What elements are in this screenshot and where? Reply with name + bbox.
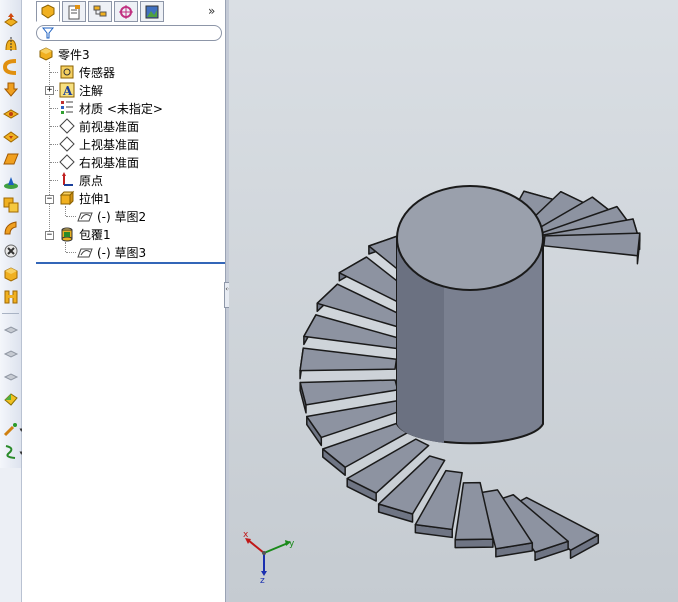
tree-item-label: (-) 草图3 (97, 245, 147, 260)
tree-item-label: 右视基准面 (79, 155, 140, 170)
graphics-viewport[interactable]: x y z (229, 0, 678, 602)
tree-item-right-plane[interactable]: 右视基准面 (58, 153, 139, 171)
tree-root-label: 零件3 (58, 47, 90, 62)
central-cylinder (396, 185, 544, 445)
sensor-icon (58, 64, 76, 80)
panel-tabs (36, 1, 164, 23)
step-tread (299, 347, 398, 372)
tree-item-label: 传感器 (79, 65, 116, 80)
tree-item-label: 前视基准面 (79, 119, 140, 134)
feature-manager-panel: » 零件3 传感器 + A 注解 材质 <未指定> 前视基准面 上视基准面 右视… (22, 0, 225, 602)
display-manager-icon (145, 5, 159, 18)
tree-collapse-toggle[interactable]: − (45, 231, 54, 240)
tree-item-label: 材质 <未指定> (79, 101, 163, 116)
tree-item-label: 上视基准面 (79, 137, 140, 152)
filter-icon (41, 27, 55, 42)
tree-item-label: 注解 (79, 83, 104, 98)
dimxpert-manager-tab[interactable] (114, 1, 138, 22)
curves-dropdown-icon[interactable]: ▾ (2, 443, 23, 461)
display-manager-tab[interactable] (140, 1, 164, 22)
feature-manager-icon (41, 3, 55, 19)
tree-item-wrap1[interactable]: 包覆1 (58, 225, 111, 243)
dimxpert-icon (119, 4, 133, 19)
tree-collapse-toggle[interactable]: − (45, 195, 54, 204)
fillet-icon[interactable] (2, 104, 20, 122)
material-icon (58, 100, 76, 116)
rollback-bar[interactable] (36, 262, 225, 264)
extrude-feature-icon (58, 190, 76, 206)
dome-icon[interactable] (2, 265, 20, 283)
tree-item-origin[interactable]: 原点 (58, 171, 103, 189)
property-manager-tab[interactable] (62, 1, 86, 22)
features-toolbar: ▾ ▾ (0, 0, 23, 602)
tree-item-sketch2[interactable]: (-) 草图2 (76, 207, 146, 225)
wrap-icon[interactable] (2, 320, 20, 338)
tree-item-material[interactable]: 材质 <未指定> (58, 99, 163, 117)
tree-item-sensors[interactable]: 传感器 (58, 63, 115, 81)
tree-expand-toggle[interactable]: + (45, 86, 54, 95)
feature-tree-filter[interactable] (36, 25, 222, 41)
extruded-boss-icon[interactable] (2, 11, 20, 29)
toolbar-separator (2, 313, 19, 314)
plane-icon (58, 136, 76, 152)
linear-pattern-icon[interactable] (2, 173, 20, 191)
shell-icon[interactable] (2, 196, 20, 214)
plane-icon (58, 154, 76, 170)
tree-item-label: 拉伸1 (79, 191, 111, 206)
deform-icon[interactable] (2, 367, 20, 385)
flex-icon[interactable] (2, 344, 20, 362)
intersect-icon[interactable] (2, 242, 20, 260)
chamfer-icon[interactable] (2, 127, 20, 145)
tree-item-top-plane[interactable]: 上视基准面 (58, 135, 139, 153)
tree-item-sketch3[interactable]: (-) 草图3 (76, 243, 146, 261)
draft-icon[interactable] (2, 219, 20, 237)
svg-text:A: A (62, 84, 73, 98)
model-view: x y z (243, 185, 641, 586)
configuration-manager-tab[interactable] (88, 1, 112, 22)
triad-x-label: x (243, 530, 249, 540)
rib-icon[interactable] (2, 288, 20, 306)
sketch-icon (76, 208, 94, 224)
tree-item-extrude1[interactable]: 拉伸1 (58, 189, 111, 207)
tree-item-label: 包覆1 (79, 227, 111, 242)
extruded-cut-icon[interactable] (2, 81, 20, 99)
part-icon (37, 46, 55, 62)
triad-z-label: z (260, 576, 265, 586)
reference-plane-icon[interactable] (2, 150, 20, 168)
tree-item-label: 原点 (79, 173, 104, 188)
feature-manager-tab[interactable] (36, 1, 60, 22)
step-tread (299, 379, 399, 406)
step-tread (543, 232, 641, 257)
triad-y-label: y (289, 539, 295, 549)
tree-item-front-plane[interactable]: 前视基准面 (58, 117, 139, 135)
tree-item-label: (-) 草图2 (97, 209, 147, 224)
sketch-icon (76, 244, 94, 260)
annotation-icon: A (58, 82, 76, 98)
plane-icon (58, 118, 76, 134)
tree-root-part[interactable]: 零件3 (37, 45, 90, 63)
property-manager-icon (68, 4, 80, 19)
expand-chevron-icon[interactable]: » (208, 4, 215, 18)
sketch-dropdown-icon[interactable]: ▾ (2, 420, 23, 438)
configuration-manager-icon (93, 5, 107, 16)
step-edge (454, 538, 494, 549)
wrap-feature-icon (58, 226, 76, 242)
tree-item-annotations[interactable]: A 注解 (58, 81, 103, 99)
view-triad: x y z (243, 530, 295, 586)
revolved-boss-icon[interactable] (2, 35, 20, 53)
swept-boss-icon[interactable] (2, 58, 20, 76)
origin-icon (58, 172, 76, 188)
toolbar-empty-area (0, 468, 21, 602)
indent-icon[interactable] (2, 390, 20, 408)
